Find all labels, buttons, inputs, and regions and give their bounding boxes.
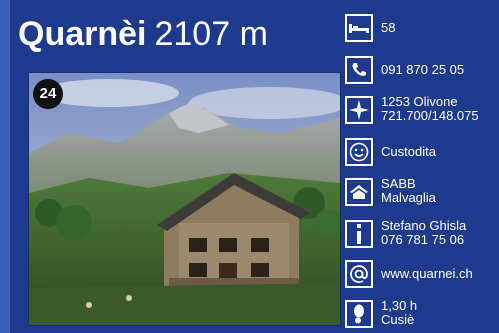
left-column: Quarnèi 2107 m 24 <box>0 0 343 333</box>
location-coordinates: 721.700/148.075 <box>381 108 479 123</box>
location-line1: 1253 Olivone <box>381 94 458 109</box>
info-panel: 58 091 870 25 05 1253 Olivone 721.700/14… <box>343 0 499 333</box>
compass-rose-icon <box>345 96 373 124</box>
owner-location: Malvaglia <box>381 190 436 205</box>
info-icon <box>345 220 373 248</box>
contact-name: Stefano Ghisla <box>381 218 467 233</box>
hut-name: Quarnèi <box>18 15 147 53</box>
access-start-point: Cusiè <box>381 312 415 327</box>
hut-number-badge: 24 <box>33 79 63 109</box>
hut-altitude: 2107 m <box>154 15 268 53</box>
hut-status: Custodita <box>381 144 436 159</box>
bed-icon <box>345 14 373 42</box>
owner-name: SABB <box>381 176 416 191</box>
left-stripe <box>0 0 10 333</box>
smiley-icon <box>345 138 373 166</box>
footprint-icon <box>345 300 373 328</box>
hut-photo <box>28 72 341 326</box>
beds-count: 58 <box>381 20 396 35</box>
hut-roof-icon <box>345 178 373 206</box>
at-sign-icon <box>345 260 373 288</box>
website-link[interactable]: www.quarnei.ch <box>381 267 473 281</box>
phone-icon <box>345 56 373 84</box>
hut-title: Quarnèi 2107 m <box>18 14 268 54</box>
access-time: 1,30 h <box>381 298 418 313</box>
contact-phone[interactable]: 076 781 75 06 <box>381 233 464 247</box>
phone-number[interactable]: 091 870 25 05 <box>381 63 464 77</box>
